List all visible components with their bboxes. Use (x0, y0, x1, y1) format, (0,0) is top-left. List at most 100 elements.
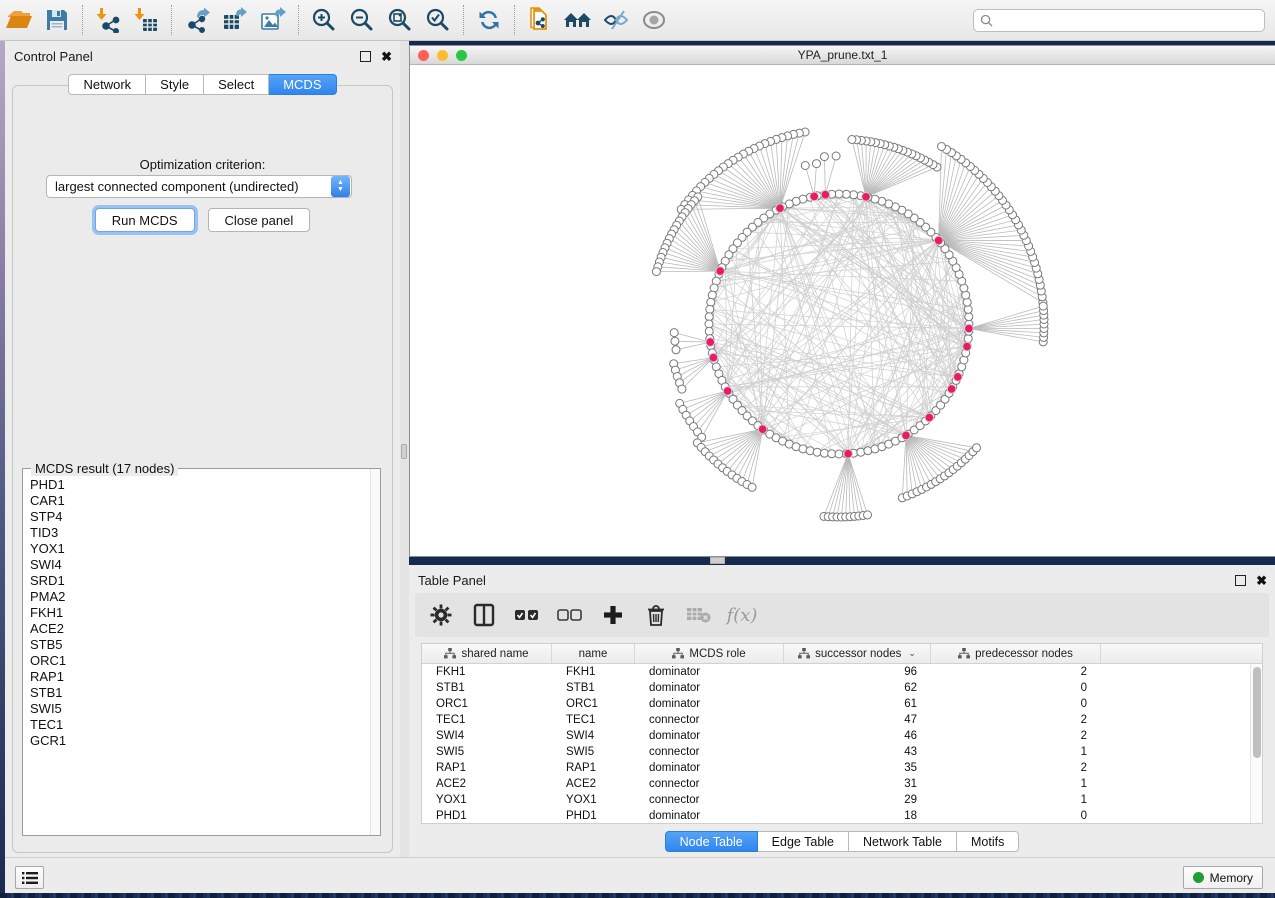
table-row[interactable]: SWI5SWI5connector431 (422, 744, 1262, 760)
result-node-item[interactable]: STB1 (30, 685, 370, 701)
sort-indicator-icon: ⌄ (908, 648, 916, 659)
select-all-button[interactable] (513, 600, 541, 630)
table-cell: 1 (931, 746, 1101, 758)
column-header-MCDS-role[interactable]: MCDS role (635, 644, 784, 663)
import-network-button[interactable] (89, 3, 127, 37)
table-cell: TEC1 (422, 714, 552, 726)
close-panel-icon[interactable]: ✖ (1256, 575, 1267, 586)
float-window-icon[interactable] (1235, 575, 1246, 586)
zoom-in-button[interactable] (305, 3, 343, 37)
table-settings-button[interactable] (427, 600, 455, 630)
trash-icon (646, 604, 666, 627)
status-bar: Memory (5, 857, 1275, 893)
network-graph-canvas[interactable] (410, 65, 1274, 556)
close-panel-icon[interactable]: ✖ (381, 51, 392, 62)
table-row[interactable]: YOX1YOX1connector291 (422, 792, 1262, 808)
result-node-item[interactable]: STP4 (30, 509, 370, 525)
result-node-item[interactable]: SWI5 (30, 701, 370, 717)
search-field[interactable] (973, 9, 1265, 32)
column-header-name[interactable]: name (552, 644, 635, 663)
result-node-item[interactable]: SWI4 (30, 557, 370, 573)
result-node-item[interactable]: ACE2 (30, 621, 370, 637)
zoom-out-button[interactable] (343, 3, 381, 37)
export-image-button[interactable] (254, 3, 292, 37)
column-header-predecessor-nodes[interactable]: predecessor nodes (931, 644, 1101, 663)
table-scrollbar[interactable] (1250, 664, 1262, 823)
table-row[interactable]: TEC1TEC1connector472 (422, 712, 1262, 728)
network-window-titlebar[interactable]: YPA_prune.txt_1 (410, 46, 1275, 65)
close-panel-button[interactable]: Close panel (208, 208, 311, 232)
result-node-item[interactable]: STB5 (30, 637, 370, 653)
mcds-result-list[interactable]: PHD1CAR1STP4TID3YOX1SWI4SRD1PMA2FKH1ACE2… (23, 473, 370, 835)
tab-style[interactable]: Style (146, 74, 204, 95)
refresh-button[interactable] (470, 3, 508, 37)
table-row[interactable]: FKH1FKH1dominator962 (422, 664, 1262, 680)
tab-node-table[interactable]: Node Table (665, 831, 758, 852)
table-cell: 43 (784, 746, 931, 758)
result-node-item[interactable]: GCR1 (30, 733, 370, 749)
delete-column-button[interactable] (642, 600, 670, 630)
delete-table-button[interactable] (685, 600, 713, 630)
split-panel-button[interactable] (470, 600, 498, 630)
column-label: MCDS role (689, 648, 745, 660)
result-node-item[interactable]: ORC1 (30, 653, 370, 669)
export-table-button[interactable] (216, 3, 254, 37)
result-scrollbar[interactable] (370, 469, 380, 835)
column-label: successor nodes (815, 648, 901, 660)
result-node-item[interactable]: RAP1 (30, 669, 370, 685)
result-node-item[interactable]: CAR1 (30, 493, 370, 509)
result-node-item[interactable]: SRD1 (30, 573, 370, 589)
result-node-item[interactable]: YOX1 (30, 541, 370, 557)
column-header-shared-name[interactable]: shared name (422, 644, 552, 663)
result-node-item[interactable]: TEC1 (30, 717, 370, 733)
table-cell: 2 (931, 762, 1101, 774)
export-network-button[interactable] (178, 3, 216, 37)
table-row[interactable]: PHD1PHD1dominator180 (422, 808, 1262, 824)
run-mcds-button[interactable]: Run MCDS (95, 208, 195, 232)
column-header-empty (1101, 644, 1262, 663)
save-session-button[interactable] (38, 3, 76, 37)
result-node-item[interactable]: TID3 (30, 525, 370, 541)
zoom-fit-button[interactable] (381, 3, 419, 37)
houses-button[interactable] (559, 3, 597, 37)
import-table-button[interactable] (127, 3, 165, 37)
vertical-splitter[interactable] (400, 41, 409, 857)
column-header-successor-nodes[interactable]: successor nodes ⌄ (784, 644, 931, 663)
tab-edge-table[interactable]: Edge Table (758, 831, 849, 852)
scrollbar-thumb[interactable] (1253, 667, 1261, 758)
function-builder-button[interactable]: f(x) (728, 600, 756, 630)
eye-icon (641, 8, 667, 32)
table-row[interactable]: SWI4SWI4dominator462 (422, 728, 1262, 744)
table-row[interactable]: ORC1ORC1dominator610 (422, 696, 1262, 712)
tab-mcds[interactable]: MCDS (269, 74, 336, 95)
table-cell: PHD1 (552, 810, 635, 822)
show-graphics-button[interactable] (635, 3, 673, 37)
deselect-all-button[interactable] (556, 600, 584, 630)
mcds-result-box: MCDS result (17 nodes) PHD1CAR1STP4TID3Y… (22, 468, 381, 836)
table-row[interactable]: ACE2ACE2connector311 (422, 776, 1262, 792)
control-panel-tabs: NetworkStyleSelectMCDS (5, 74, 400, 95)
optimization-criterion-select[interactable]: largest connected component (undirected)… (46, 175, 352, 198)
float-window-icon[interactable] (360, 51, 371, 62)
result-node-item[interactable]: FKH1 (30, 605, 370, 621)
task-history-button[interactable] (15, 866, 44, 889)
result-node-item[interactable]: PHD1 (30, 477, 370, 493)
result-node-item[interactable]: PMA2 (30, 589, 370, 605)
tab-network-table[interactable]: Network Table (849, 831, 957, 852)
open-file-button[interactable] (0, 3, 38, 37)
add-column-button[interactable] (599, 600, 627, 630)
tab-network[interactable]: Network (68, 74, 146, 95)
table-row[interactable]: RAP1RAP1dominator352 (422, 760, 1262, 776)
tab-motifs[interactable]: Motifs (957, 831, 1019, 852)
hide-graphics-button[interactable] (597, 3, 635, 37)
zoom-selected-button[interactable] (419, 3, 457, 37)
splitter-grip[interactable] (401, 444, 407, 459)
table-cell: SWI5 (552, 746, 635, 758)
search-input[interactable] (998, 14, 1264, 28)
horizontal-splitter-grip[interactable] (710, 557, 725, 564)
clone-network-button[interactable] (521, 3, 559, 37)
tab-select[interactable]: Select (204, 74, 269, 95)
table-cell: ACE2 (552, 778, 635, 790)
memory-button[interactable]: Memory (1183, 866, 1263, 889)
table-row[interactable]: STB1STB1dominator620 (422, 680, 1262, 696)
